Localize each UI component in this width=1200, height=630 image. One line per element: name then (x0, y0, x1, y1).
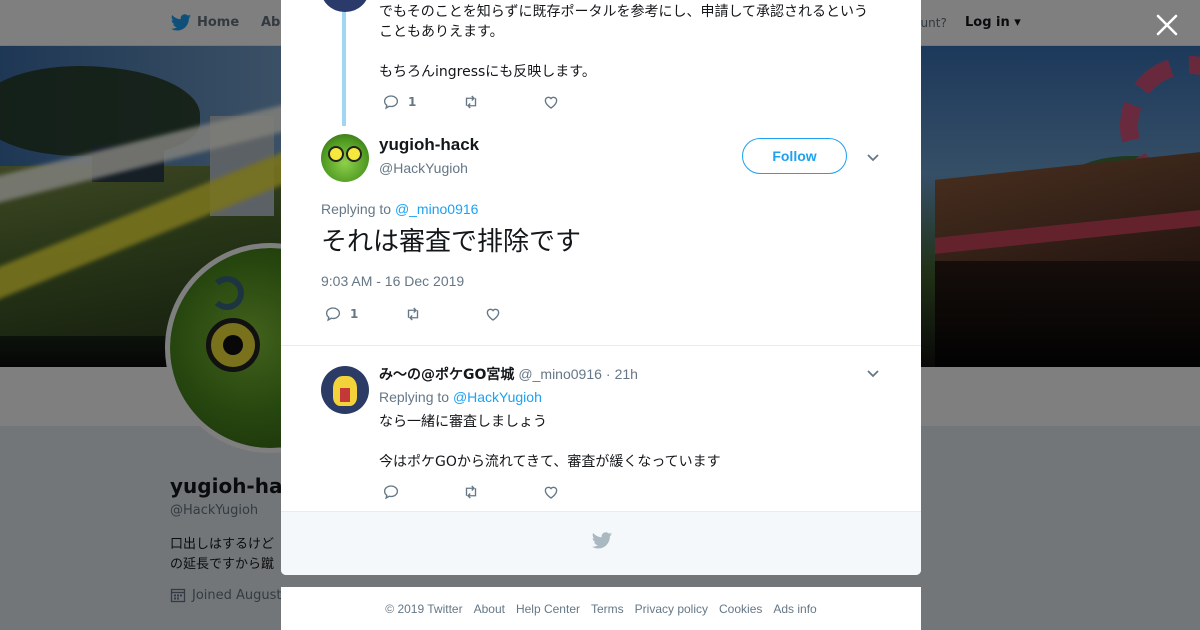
tweet-timestamp[interactable]: 9:03 AM - 16 Dec 2019 (321, 273, 464, 289)
like-button[interactable] (484, 305, 502, 323)
tweet-author-handle[interactable]: @HackYugioh (379, 160, 468, 176)
modal-footer (281, 511, 921, 575)
retweet-button[interactable] (404, 305, 484, 323)
reply-author-handle[interactable]: @_mino0916 (518, 366, 602, 382)
footer-link-ads-info[interactable]: Ads info (773, 602, 816, 616)
previous-tweet-avatar[interactable] (321, 0, 369, 12)
reply-tweet-text: なら一緒に審査しましょう 今はポケGOから流れてきて、審査が緩くなっています (379, 414, 721, 470)
retweet-icon (465, 95, 477, 109)
separator-dot: · (605, 366, 611, 382)
previous-tweet-text: でもそのことを知らずに既存ポータルを参考にし、申請して承認されるということもあり… (379, 4, 869, 80)
reply-button[interactable] (382, 483, 462, 501)
replying-prefix: Replying to (379, 389, 450, 405)
footer-link-terms[interactable]: Terms (591, 602, 624, 616)
like-button[interactable] (542, 483, 560, 501)
chevron-down-icon[interactable] (866, 150, 880, 164)
mention-link[interactable]: @HackYugioh (453, 389, 542, 405)
thread-connector-line (342, 0, 346, 126)
reply-icon (383, 485, 399, 500)
footer-link-help-center[interactable]: Help Center (516, 602, 580, 616)
close-icon[interactable] (1154, 12, 1180, 38)
previous-tweet-actions: 1 (382, 93, 560, 111)
footer-link-cookies[interactable]: Cookies (719, 602, 762, 616)
reply-header: み〜の@ポケGO宮城 @_mino0916 · 21h (379, 364, 638, 384)
retweet-button[interactable] (462, 483, 542, 501)
footer-link-about[interactable]: About (474, 602, 505, 616)
reply-count: 1 (408, 95, 417, 109)
reply-icon (325, 307, 341, 322)
reply-tweet-actions (382, 483, 560, 501)
like-button[interactable] (542, 93, 560, 111)
reply-author-name[interactable]: み〜の@ポケGO宮城 (379, 364, 514, 384)
reply-button[interactable]: 1 (382, 93, 462, 111)
footer-link-privacy[interactable]: Privacy policy (635, 602, 708, 616)
mention-link[interactable]: @_mino0916 (395, 201, 479, 217)
like-icon (486, 308, 500, 321)
follow-button[interactable]: Follow (742, 138, 847, 174)
reply-author-avatar[interactable] (321, 366, 369, 414)
site-footer: © 2019 Twitter About Help Center Terms P… (281, 587, 921, 630)
reply-icon (383, 95, 399, 110)
like-icon (544, 96, 558, 109)
retweet-icon (407, 307, 419, 321)
reply-button[interactable]: 1 (324, 305, 404, 323)
replying-to: Replying to @HackYugioh (379, 389, 542, 405)
tweet-author-name[interactable]: yugioh-hack (379, 135, 479, 155)
twitter-bird-icon (591, 532, 613, 549)
tweet-permalink-modal: でもそのことを知らずに既存ポータルを参考にし、申請して承認されるということもあり… (281, 0, 921, 575)
replying-prefix: Replying to (321, 201, 392, 217)
reply-count: 1 (350, 307, 359, 321)
retweet-button[interactable] (462, 93, 542, 111)
retweet-icon (465, 485, 477, 499)
like-icon (544, 486, 558, 499)
footer-copyright: © 2019 Twitter (385, 601, 463, 616)
divider (281, 345, 921, 346)
chevron-down-icon[interactable] (866, 366, 880, 380)
replying-to: Replying to @_mino0916 (321, 201, 478, 217)
tweet-text: それは審査で排除です (321, 227, 582, 257)
reply-timestamp[interactable]: 21h (615, 366, 638, 382)
tweet-actions: 1 (324, 305, 502, 323)
tweet-author-avatar[interactable] (321, 134, 369, 182)
